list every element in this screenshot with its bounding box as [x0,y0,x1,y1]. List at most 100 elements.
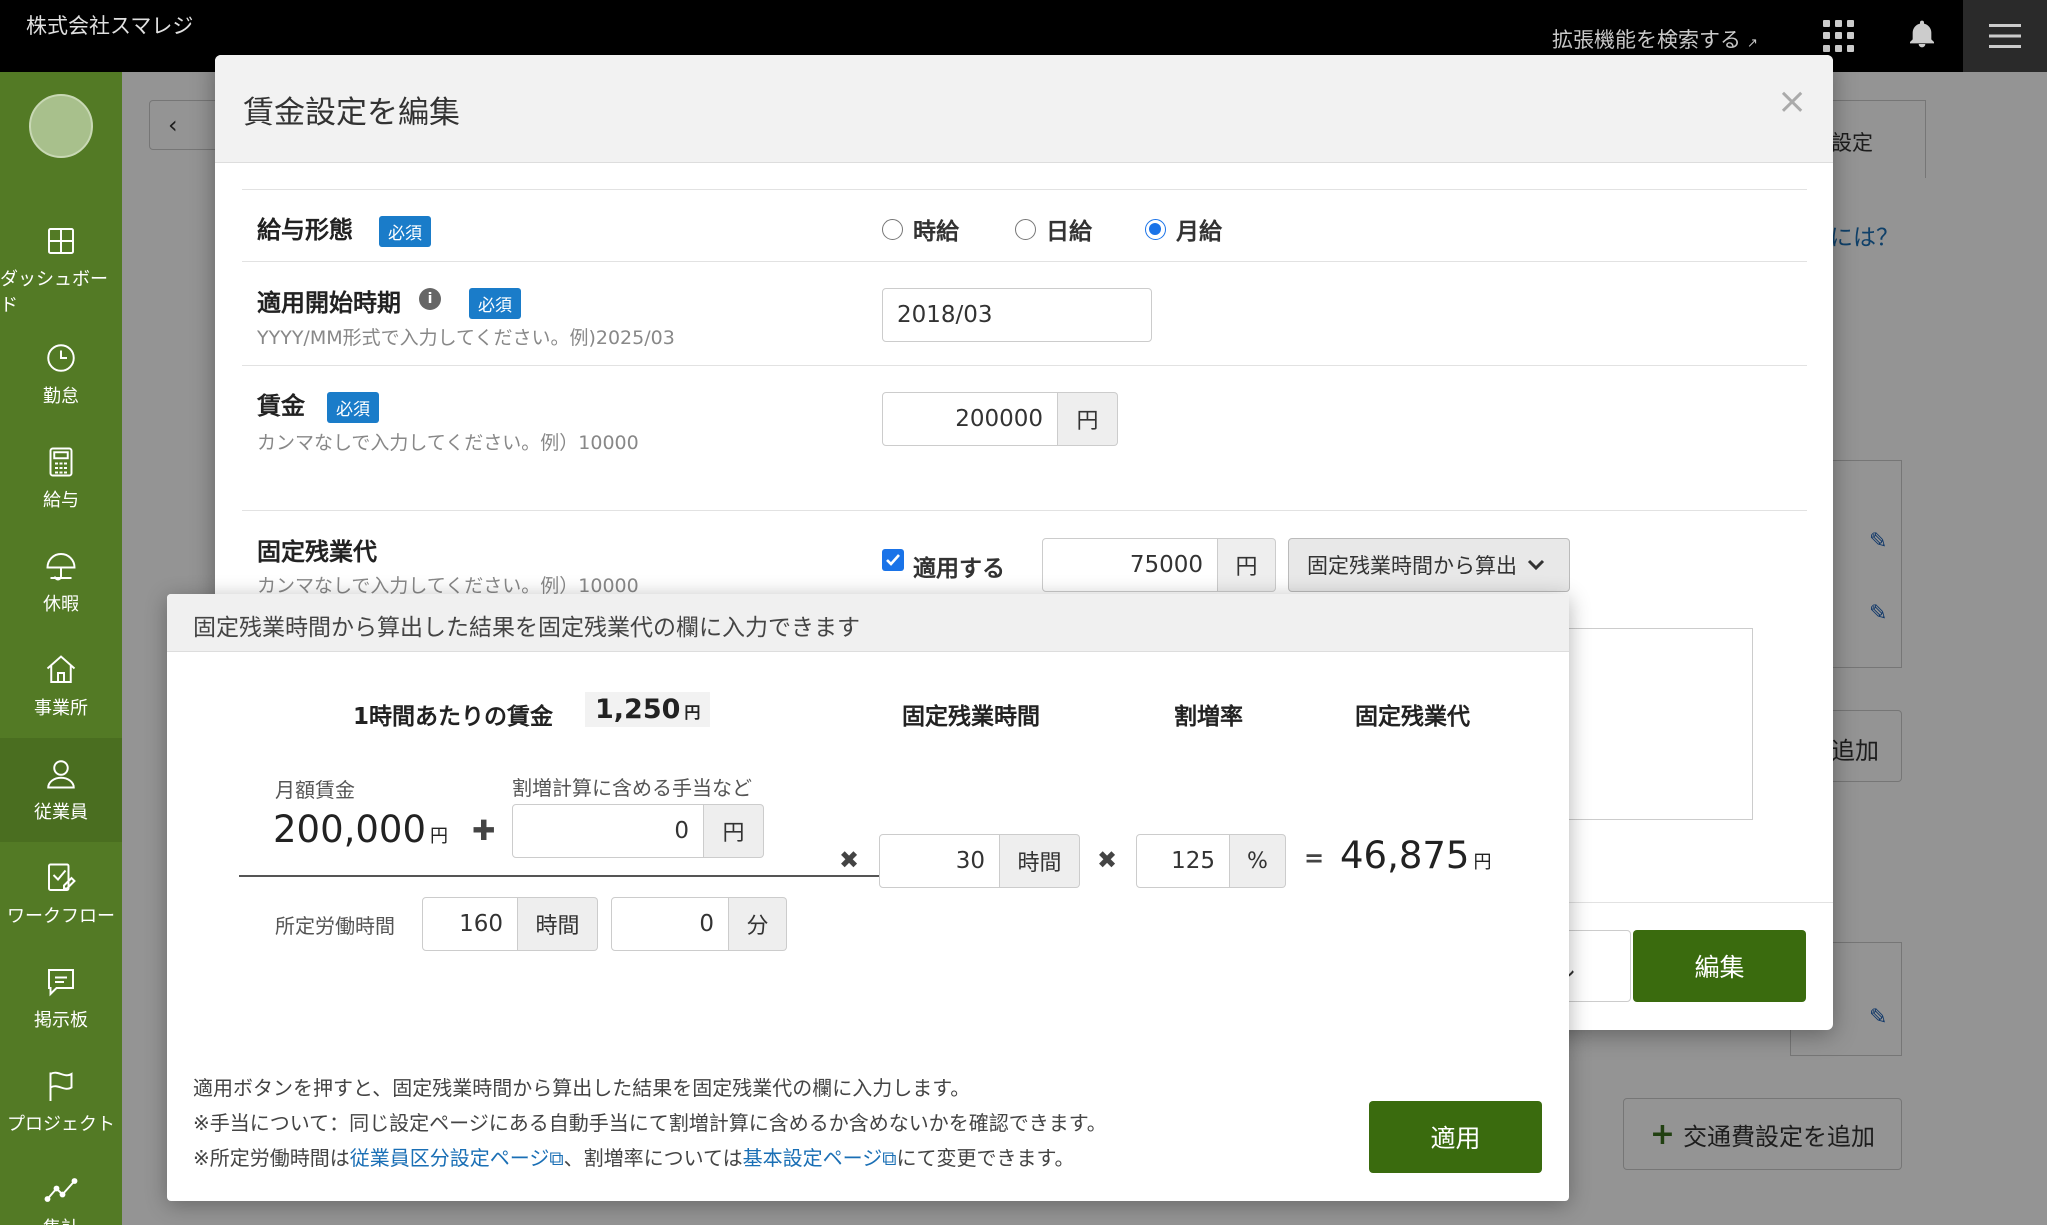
flag-icon [49,1071,73,1101]
start-period-input[interactable]: 2018/03 [882,288,1152,342]
sidebar: ダッシュボード 勤怠 給与 休暇 事業所 従業員 ワークフロー 掲示板 プロジェ… [0,72,122,1225]
wage-help: カンマなしで入力してください。例）10000 [257,432,639,454]
start-period-label: 適用開始時期 [257,289,401,317]
hamburger-menu-button[interactable] [1963,0,2047,72]
popover-header: 固定残業時間から算出した結果を固定残業代の欄に入力できます [167,594,1569,652]
radio-monthly[interactable]: 月給 [1145,212,1222,246]
overtime-hours-unit: 時間 [1000,834,1080,888]
chat-icon [48,969,74,997]
scheduled-hours-unit: 時間 [518,897,598,951]
divider [242,261,1807,262]
home-icon [46,655,76,683]
scheduled-minutes-unit: 分 [729,897,787,951]
sidebar-item-payroll[interactable]: 給与 [0,426,122,530]
umbrella-icon [46,553,76,581]
chart-icon [44,1178,78,1202]
chevron-down-icon [1527,559,1545,571]
info-icon[interactable]: i [419,288,441,310]
premium-rate-unit: % [1230,834,1286,888]
employee-category-settings-link[interactable]: 従業員区分設定ページ [350,1146,550,1170]
basic-settings-link[interactable]: 基本設定ページ [743,1146,883,1170]
wage-input[interactable]: 200000 [882,392,1058,446]
close-icon[interactable]: × [1777,81,1807,122]
calc-from-hours-dropdown[interactable]: 固定残業時間から算出 [1288,538,1570,592]
calculator-icon [49,447,73,477]
sidebar-item-employees[interactable]: 従業員 [0,738,122,842]
sidebar-item-office[interactable]: 事業所 [0,634,122,738]
hamburger-icon [1989,24,2021,48]
apply-checkbox-label[interactable]: 適用する [913,549,1005,583]
sidebar-item-bulletin[interactable]: 掲示板 [0,946,122,1050]
checklist-icon [48,863,76,891]
premium-rate-input[interactable]: 125 [1136,834,1230,888]
sidebar-item-workflow[interactable]: ワークフロー [0,842,122,946]
extension-search-link[interactable]: 拡張機能を検索する ↗ [1552,24,1758,54]
hourly-rate-value: 1,250 円 [585,692,711,727]
radio-daily[interactable]: 日給 [1015,212,1092,246]
wage-label: 賃金 [257,392,305,420]
radio-circle-selected [1145,218,1166,240]
dashboard-icon [48,228,74,254]
memo-textarea[interactable] [1553,628,1753,820]
col-fixed-overtime-amount: 固定残業代 [1355,704,1470,730]
company-name: 株式会社スマレジ [26,14,194,38]
scheduled-hours-input[interactable]: 160 [422,897,518,951]
divider [242,365,1807,366]
calc-from-hours-label: 固定残業時間から算出 [1307,554,1517,578]
apply-button[interactable]: 適用 [1369,1101,1542,1173]
fixed-overtime-label: 固定残業代 [257,538,377,566]
monthly-wage-label: 月額賃金 [275,778,355,802]
fraction-line [239,875,895,877]
avatar[interactable] [29,94,93,158]
footnote-settings: ※所定労働時間は従業員区分設定ページ⧉、割増率については基本設定ページ⧉にて変更… [193,1146,1075,1170]
modal-title: 賃金設定を編集 [243,95,460,131]
equals-sign: = [1304,844,1325,872]
required-badge: 必須 [327,392,379,423]
edit-button[interactable]: 編集 [1633,930,1806,1002]
times-icon: ✖ [839,846,860,874]
bell-icon[interactable] [1906,18,1938,50]
extension-search-label: 拡張機能を検索する [1552,28,1741,52]
wage-unit: 円 [1058,392,1118,446]
sidebar-item-dashboard[interactable]: ダッシュボード [0,218,122,322]
divider [242,189,1807,190]
radio-circle [1015,218,1036,240]
fixed-overtime-result: 46,875 円 [1340,834,1492,877]
col-premium-rate: 割増率 [1174,704,1243,730]
allowance-unit: 円 [704,804,764,858]
scheduled-minutes-input[interactable]: 0 [611,897,729,951]
sidebar-item-leave[interactable]: 休暇 [0,530,122,634]
sidebar-item-reports[interactable]: 集計 [0,1154,122,1225]
radio-circle [882,218,903,240]
required-badge: 必須 [469,288,521,319]
check-icon [886,554,900,566]
modal-header: 賃金設定を編集 × [215,55,1833,163]
external-link-icon: ↗ [1747,36,1758,51]
scheduled-hours-label: 所定労働時間 [275,914,395,938]
radio-hourly[interactable]: 時給 [882,212,959,246]
clock-icon [47,344,75,372]
plus-icon: ✚ [472,814,496,847]
required-badge: 必須 [379,216,431,247]
allowance-label: 割増計算に含める手当など [512,776,752,800]
overtime-hours-input[interactable]: 30 [879,834,1000,888]
external-link-icon: ⧉ [549,1146,564,1170]
fixed-overtime-input[interactable]: 75000 [1042,538,1218,592]
sidebar-item-attendance[interactable]: 勤怠 [0,322,122,426]
col-overtime-hours: 固定残業時間 [902,704,1040,730]
monthly-wage-value: 200,000 円 [273,808,449,851]
external-link-icon: ⧉ [882,1146,897,1170]
footnote-apply: 適用ボタンを押すと、固定残業時間から算出した結果を固定残業代の欄に入力します。 [193,1076,971,1100]
overtime-calc-popover: 固定残業時間から算出した結果を固定残業代の欄に入力できます 1時間あたりの賃金 … [167,594,1569,1201]
apply-checkbox[interactable] [882,549,904,571]
start-period-help: YYYY/MM形式で入力してください。例)2025/03 [257,327,675,349]
divider [242,510,1807,511]
hourly-rate-label: 1時間あたりの賃金 [353,704,554,730]
apps-grid-icon[interactable] [1823,20,1855,52]
allowance-input[interactable]: 0 [512,804,704,858]
person-icon [47,760,75,789]
times-icon: ✖ [1097,846,1118,874]
footnote-allowance: ※手当について：同じ設定ページにある自動手当にて割増計算に含めるか含めないかを確… [193,1111,1107,1135]
fixed-overtime-unit: 円 [1218,538,1276,592]
sidebar-item-project[interactable]: プロジェクト [0,1050,122,1154]
